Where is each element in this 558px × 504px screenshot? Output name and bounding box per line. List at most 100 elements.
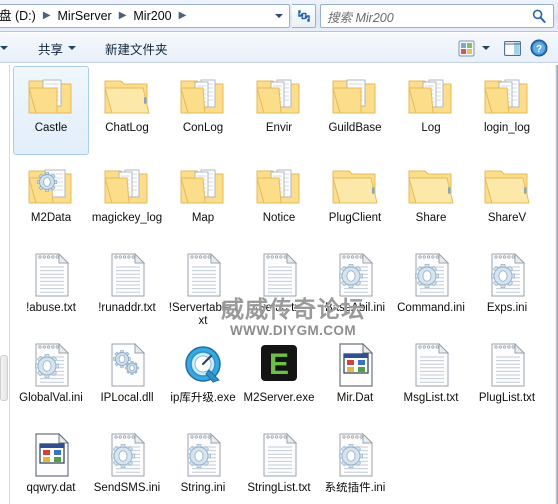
exe-quicktime-icon	[179, 341, 227, 389]
item-label: SendSMS.ini	[93, 482, 161, 494]
file-ini-icon	[179, 431, 227, 479]
file-item[interactable]: Mir.Dat	[317, 336, 393, 425]
folder-item[interactable]: Log	[393, 66, 469, 155]
preview-pane-button[interactable]	[497, 40, 528, 56]
file-ini-icon	[331, 431, 379, 479]
folder-item[interactable]: ChatLog	[89, 66, 165, 155]
svg-text:E: E	[269, 348, 289, 381]
search-icon[interactable]	[531, 8, 547, 24]
file-txt-icon	[255, 431, 303, 479]
file-item[interactable]: PlugList.txt	[469, 336, 545, 425]
item-label: MsgList.txt	[403, 392, 459, 404]
item-label: !runaddr.txt	[98, 302, 156, 314]
item-label: BaseAbil.ini	[324, 302, 386, 314]
file-item[interactable]: Command.ini	[393, 246, 469, 335]
folder-item[interactable]: Castle	[13, 66, 89, 155]
change-view-button[interactable]	[455, 40, 478, 57]
breadcrumb-segment-1[interactable]: MirServer	[56, 5, 114, 27]
item-label: !Setup.txt	[254, 302, 304, 314]
help-icon: ?	[530, 39, 548, 57]
breadcrumb-segment-0[interactable]: 盘 (D:)	[0, 5, 38, 27]
item-label: Share	[415, 212, 447, 224]
file-item[interactable]: MsgList.txt	[393, 336, 469, 425]
item-label: StringList.txt	[247, 482, 311, 494]
item-label: 系统插件.ini	[324, 482, 386, 494]
change-view-dropdown[interactable]	[478, 46, 497, 50]
folder-many-icon	[255, 161, 303, 209]
file-dat-icon	[331, 341, 379, 389]
file-list-view[interactable]: Castle ChatLog ConLog Envir GuildBase Log logi…	[0, 64, 558, 504]
folder-item[interactable]: Envir	[241, 66, 317, 155]
item-label: ip库升级.exe	[170, 392, 236, 404]
file-item[interactable]: StringList.txt	[241, 426, 317, 504]
breadcrumb-segment-2[interactable]: Mir200	[131, 5, 173, 27]
folder-many-icon	[103, 161, 151, 209]
item-label: Castle	[34, 122, 68, 134]
file-item[interactable]: E M2Server.exe	[241, 336, 317, 425]
items-grid[interactable]: Castle ChatLog ConLog Envir GuildBase Log logi…	[13, 65, 555, 504]
navigation-pane-splitter[interactable]	[0, 65, 10, 504]
folder-item[interactable]: ConLog	[165, 66, 241, 155]
folder-item[interactable]: M2Data	[13, 156, 89, 245]
file-ini-icon	[483, 251, 531, 299]
file-item[interactable]: BaseAbil.ini	[317, 246, 393, 335]
file-item[interactable]: IPLocal.dll	[89, 336, 165, 425]
file-ini-icon	[407, 251, 455, 299]
folder-many-icon	[483, 71, 531, 119]
folder-many-icon	[179, 71, 227, 119]
share-button[interactable]: 共享	[30, 33, 84, 63]
breadcrumb-separator-icon[interactable]: ▶	[38, 5, 56, 27]
search-input[interactable]: 搜索 Mir200	[327, 7, 531, 26]
search-box[interactable]: 搜索 Mir200	[320, 4, 554, 28]
item-label: GlobalVal.ini	[19, 392, 83, 404]
item-label: String.ini	[180, 482, 226, 494]
file-ini-icon	[103, 431, 151, 479]
file-item[interactable]: !runaddr.txt	[89, 246, 165, 335]
folder-item[interactable]: ShareV	[469, 156, 545, 245]
refresh-button[interactable]	[292, 4, 316, 28]
folder-item[interactable]: Share	[393, 156, 469, 245]
item-label: Exps.ini	[486, 302, 528, 314]
folder-item[interactable]: login_log	[469, 66, 545, 155]
breadcrumb-separator-icon[interactable]: ▶	[174, 5, 192, 27]
item-label: PlugClient	[328, 212, 382, 224]
navigation-pane-grip[interactable]	[0, 355, 8, 401]
help-button[interactable]: ?	[528, 39, 552, 57]
folder-item[interactable]: PlugClient	[317, 156, 393, 245]
file-item[interactable]: 系统插件.ini	[317, 426, 393, 504]
file-item[interactable]: ip库升级.exe	[165, 336, 241, 425]
folder-item[interactable]: magickey_log	[89, 156, 165, 245]
item-label: M2Server.exe	[243, 392, 315, 404]
file-item[interactable]: !Servertable.txt	[165, 246, 241, 335]
file-item[interactable]: qqwry.dat	[13, 426, 89, 504]
file-txt-icon	[27, 251, 75, 299]
chevron-down-icon	[482, 46, 490, 50]
folder-many-icon	[407, 71, 455, 119]
file-item[interactable]: String.ini	[165, 426, 241, 504]
file-item[interactable]: !Setup.txt	[241, 246, 317, 335]
folder-item[interactable]: Notice	[241, 156, 317, 245]
item-label: !Servertable.txt	[168, 302, 238, 327]
chevron-down-icon	[68, 46, 77, 50]
file-txt-icon	[407, 341, 455, 389]
item-label: Command.ini	[397, 302, 465, 314]
item-label: magickey_log	[91, 212, 163, 224]
breadcrumb-separator-icon[interactable]: ▶	[114, 5, 132, 27]
organize-button[interactable]	[0, 33, 16, 63]
file-item[interactable]: !abuse.txt	[13, 246, 89, 335]
file-ini-icon	[27, 341, 75, 389]
exe-m2-icon: E	[255, 341, 303, 389]
item-label: PlugList.txt	[478, 392, 536, 404]
file-txt-icon	[179, 251, 227, 299]
breadcrumb[interactable]: 盘 (D:) ▶ MirServer ▶ Mir200 ▶	[0, 4, 290, 28]
file-item[interactable]: Exps.ini	[469, 246, 545, 335]
folder-item[interactable]: Map	[165, 156, 241, 245]
folder-item[interactable]: GuildBase	[317, 66, 393, 155]
folder-doc-icon	[27, 71, 75, 119]
file-item[interactable]: GlobalVal.ini	[13, 336, 89, 425]
new-folder-button[interactable]: 新建文件夹	[97, 33, 176, 63]
file-item[interactable]: SendSMS.ini	[89, 426, 165, 504]
chevron-down-icon[interactable]	[275, 14, 283, 18]
item-label: GuildBase	[328, 122, 382, 134]
file-txt-icon	[483, 341, 531, 389]
